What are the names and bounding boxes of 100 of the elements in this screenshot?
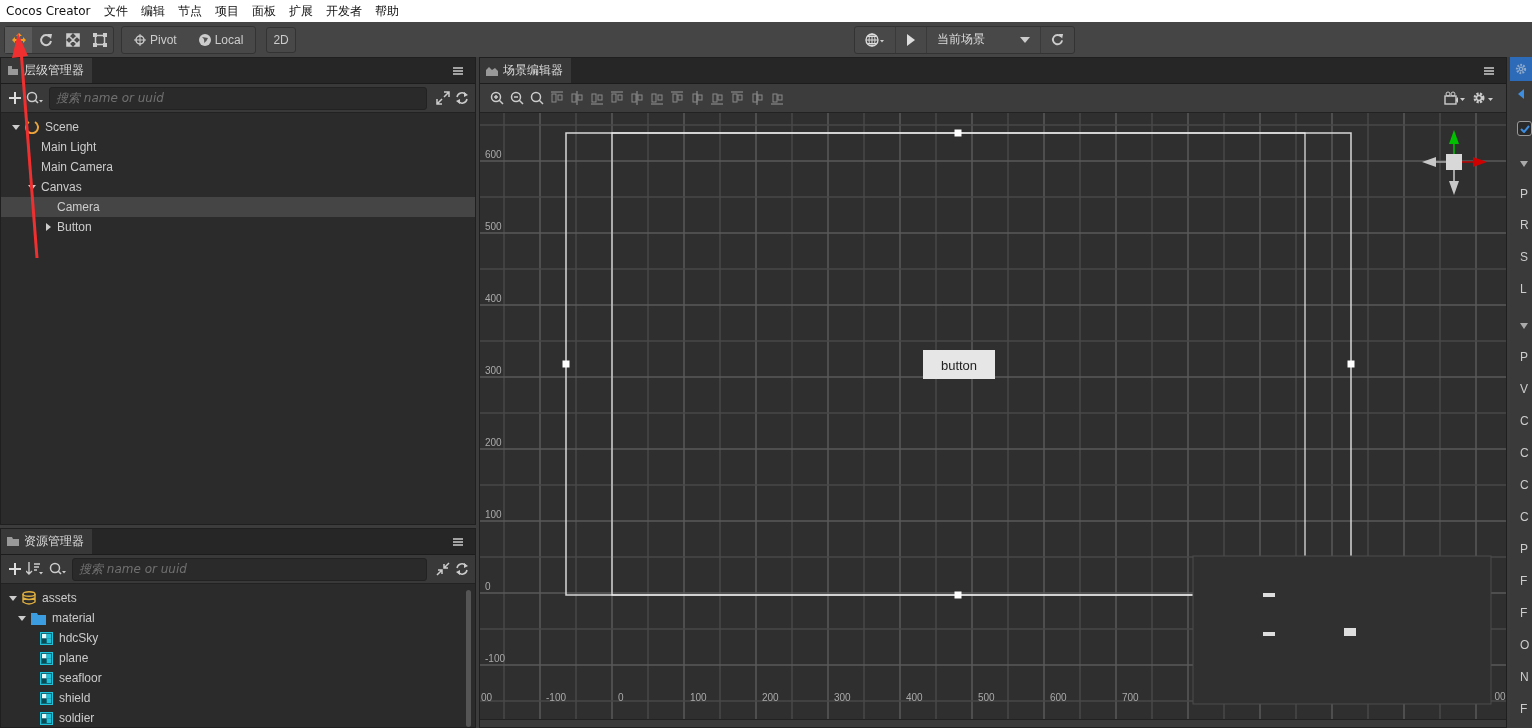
expanded-arrow-icon[interactable] (12, 123, 20, 131)
tree-item[interactable]: Main Camera (1, 157, 475, 177)
expand-icon[interactable] (436, 91, 450, 105)
menu-item[interactable]: 项目 (214, 2, 239, 20)
menu-icon[interactable] (453, 66, 463, 75)
menu-item[interactable]: 编辑 (140, 2, 165, 20)
add-icon[interactable] (9, 563, 21, 575)
align-icon[interactable] (670, 91, 684, 105)
property-label: C (1520, 446, 1529, 460)
pivot-button[interactable]: Pivot (128, 26, 183, 53)
tree-item[interactable]: Button (1, 217, 475, 237)
align-icon[interactable] (630, 91, 644, 105)
resize-handle[interactable] (562, 360, 570, 368)
back-arrow-icon[interactable] (1518, 89, 1524, 99)
panel-tab[interactable]: 资源管理器 (1, 529, 92, 554)
align-icon[interactable] (650, 91, 664, 105)
asset-item[interactable]: plane (1, 648, 466, 668)
axis-label: 0 (618, 692, 624, 703)
expanded-arrow-icon[interactable] (1520, 161, 1528, 167)
search-field[interactable]: 搜索 name or uuid (72, 557, 427, 581)
asset-item[interactable]: seafloor (1, 668, 466, 688)
folder-icon (7, 536, 19, 547)
align-icon[interactable] (750, 91, 764, 105)
tree-item[interactable]: Canvas (1, 177, 475, 197)
refresh-icon[interactable] (455, 91, 469, 105)
expanded-arrow-icon[interactable] (18, 614, 26, 622)
asset-item[interactable]: shield (1, 688, 466, 708)
property-label: P (1520, 350, 1528, 364)
menu-item[interactable]: 开发者 (325, 2, 362, 20)
menu-item[interactable]: 节点 (177, 2, 202, 20)
menu-item[interactable]: Cocos Creator (6, 4, 91, 18)
align-icon[interactable] (710, 91, 724, 105)
zoom-out-icon[interactable] (510, 91, 524, 105)
scene-button[interactable]: button (923, 350, 995, 379)
collapsed-arrow-icon[interactable] (44, 223, 52, 231)
align-icon[interactable] (690, 91, 704, 105)
scene-select[interactable]: 当前场景 (926, 26, 1041, 53)
panel-tab[interactable]: 层级管理器 (1, 58, 92, 83)
axis-label: 600 (1050, 692, 1067, 703)
menu-icon[interactable] (453, 537, 463, 546)
resize-handle[interactable] (954, 591, 962, 599)
transform-gizmo[interactable] (1422, 130, 1487, 195)
zoom-in-icon[interactable] (490, 91, 504, 105)
material-icon (40, 691, 53, 705)
axis-label: 300 (834, 692, 851, 703)
align-icon[interactable] (570, 91, 584, 105)
align-icon[interactable] (730, 91, 744, 105)
asset-item[interactable]: material (1, 608, 466, 628)
play-icon (905, 33, 916, 46)
search-field[interactable]: 搜索 name or uuid (49, 86, 427, 110)
2d-button[interactable]: 2D (266, 26, 296, 53)
menu-icon[interactable] (1484, 66, 1494, 75)
add-icon[interactable] (9, 92, 21, 104)
expanded-arrow-icon[interactable] (1520, 323, 1528, 329)
tree-item[interactable]: Scene (1, 117, 475, 137)
panel-tab[interactable]: 场景编辑器 (480, 58, 571, 83)
property-label: F (1520, 702, 1528, 716)
settings-icon[interactable] (1472, 91, 1494, 105)
search-icon[interactable] (49, 562, 67, 576)
refresh-icon[interactable] (455, 562, 469, 576)
menu-item[interactable]: 扩展 (288, 2, 313, 20)
axis-label: 500 (485, 221, 502, 232)
checkbox[interactable] (1517, 121, 1532, 136)
axis-label: 0 (485, 581, 491, 592)
material-icon (40, 651, 53, 665)
zoom-reset-icon[interactable] (530, 91, 544, 105)
tree-item[interactable]: Main Light (1, 137, 475, 157)
align-icon[interactable] (610, 91, 624, 105)
property-label: R (1520, 218, 1529, 232)
asset-item[interactable]: hdcSky (1, 628, 466, 648)
resize-handle[interactable] (1347, 360, 1355, 368)
camera-icon[interactable] (1444, 91, 1466, 105)
axis-label: -100 (485, 653, 505, 664)
axis-label: 500 (978, 692, 995, 703)
property-label: S (1520, 250, 1528, 264)
property-label: F (1520, 606, 1528, 620)
align-icon[interactable] (550, 91, 564, 105)
align-icon[interactable] (770, 91, 784, 105)
scrollbar[interactable] (466, 590, 471, 727)
material-icon (40, 671, 53, 685)
menu-item[interactable]: 面板 (251, 2, 276, 20)
search-icon[interactable] (26, 91, 44, 105)
property-label: P (1520, 187, 1528, 201)
expanded-arrow-icon[interactable] (28, 183, 36, 191)
asset-item[interactable]: soldier (1, 708, 466, 727)
sort-icon[interactable] (26, 562, 44, 576)
expanded-arrow-icon[interactable] (9, 594, 17, 602)
axis-label: 200 (485, 437, 502, 448)
menu-item[interactable]: 帮助 (374, 2, 399, 20)
caret-icon (1019, 36, 1030, 43)
align-icon[interactable] (590, 91, 604, 105)
axis-label: 00 (1494, 691, 1506, 702)
resize-handle[interactable] (954, 129, 962, 137)
collapse-icon[interactable] (436, 562, 450, 576)
scene-icon (25, 120, 39, 134)
menu-item[interactable]: 文件 (103, 2, 128, 20)
material-icon (40, 631, 53, 645)
local-button[interactable]: Local (192, 26, 250, 53)
asset-item[interactable]: assets (1, 588, 466, 608)
tree-item[interactable]: Camera (1, 197, 475, 217)
